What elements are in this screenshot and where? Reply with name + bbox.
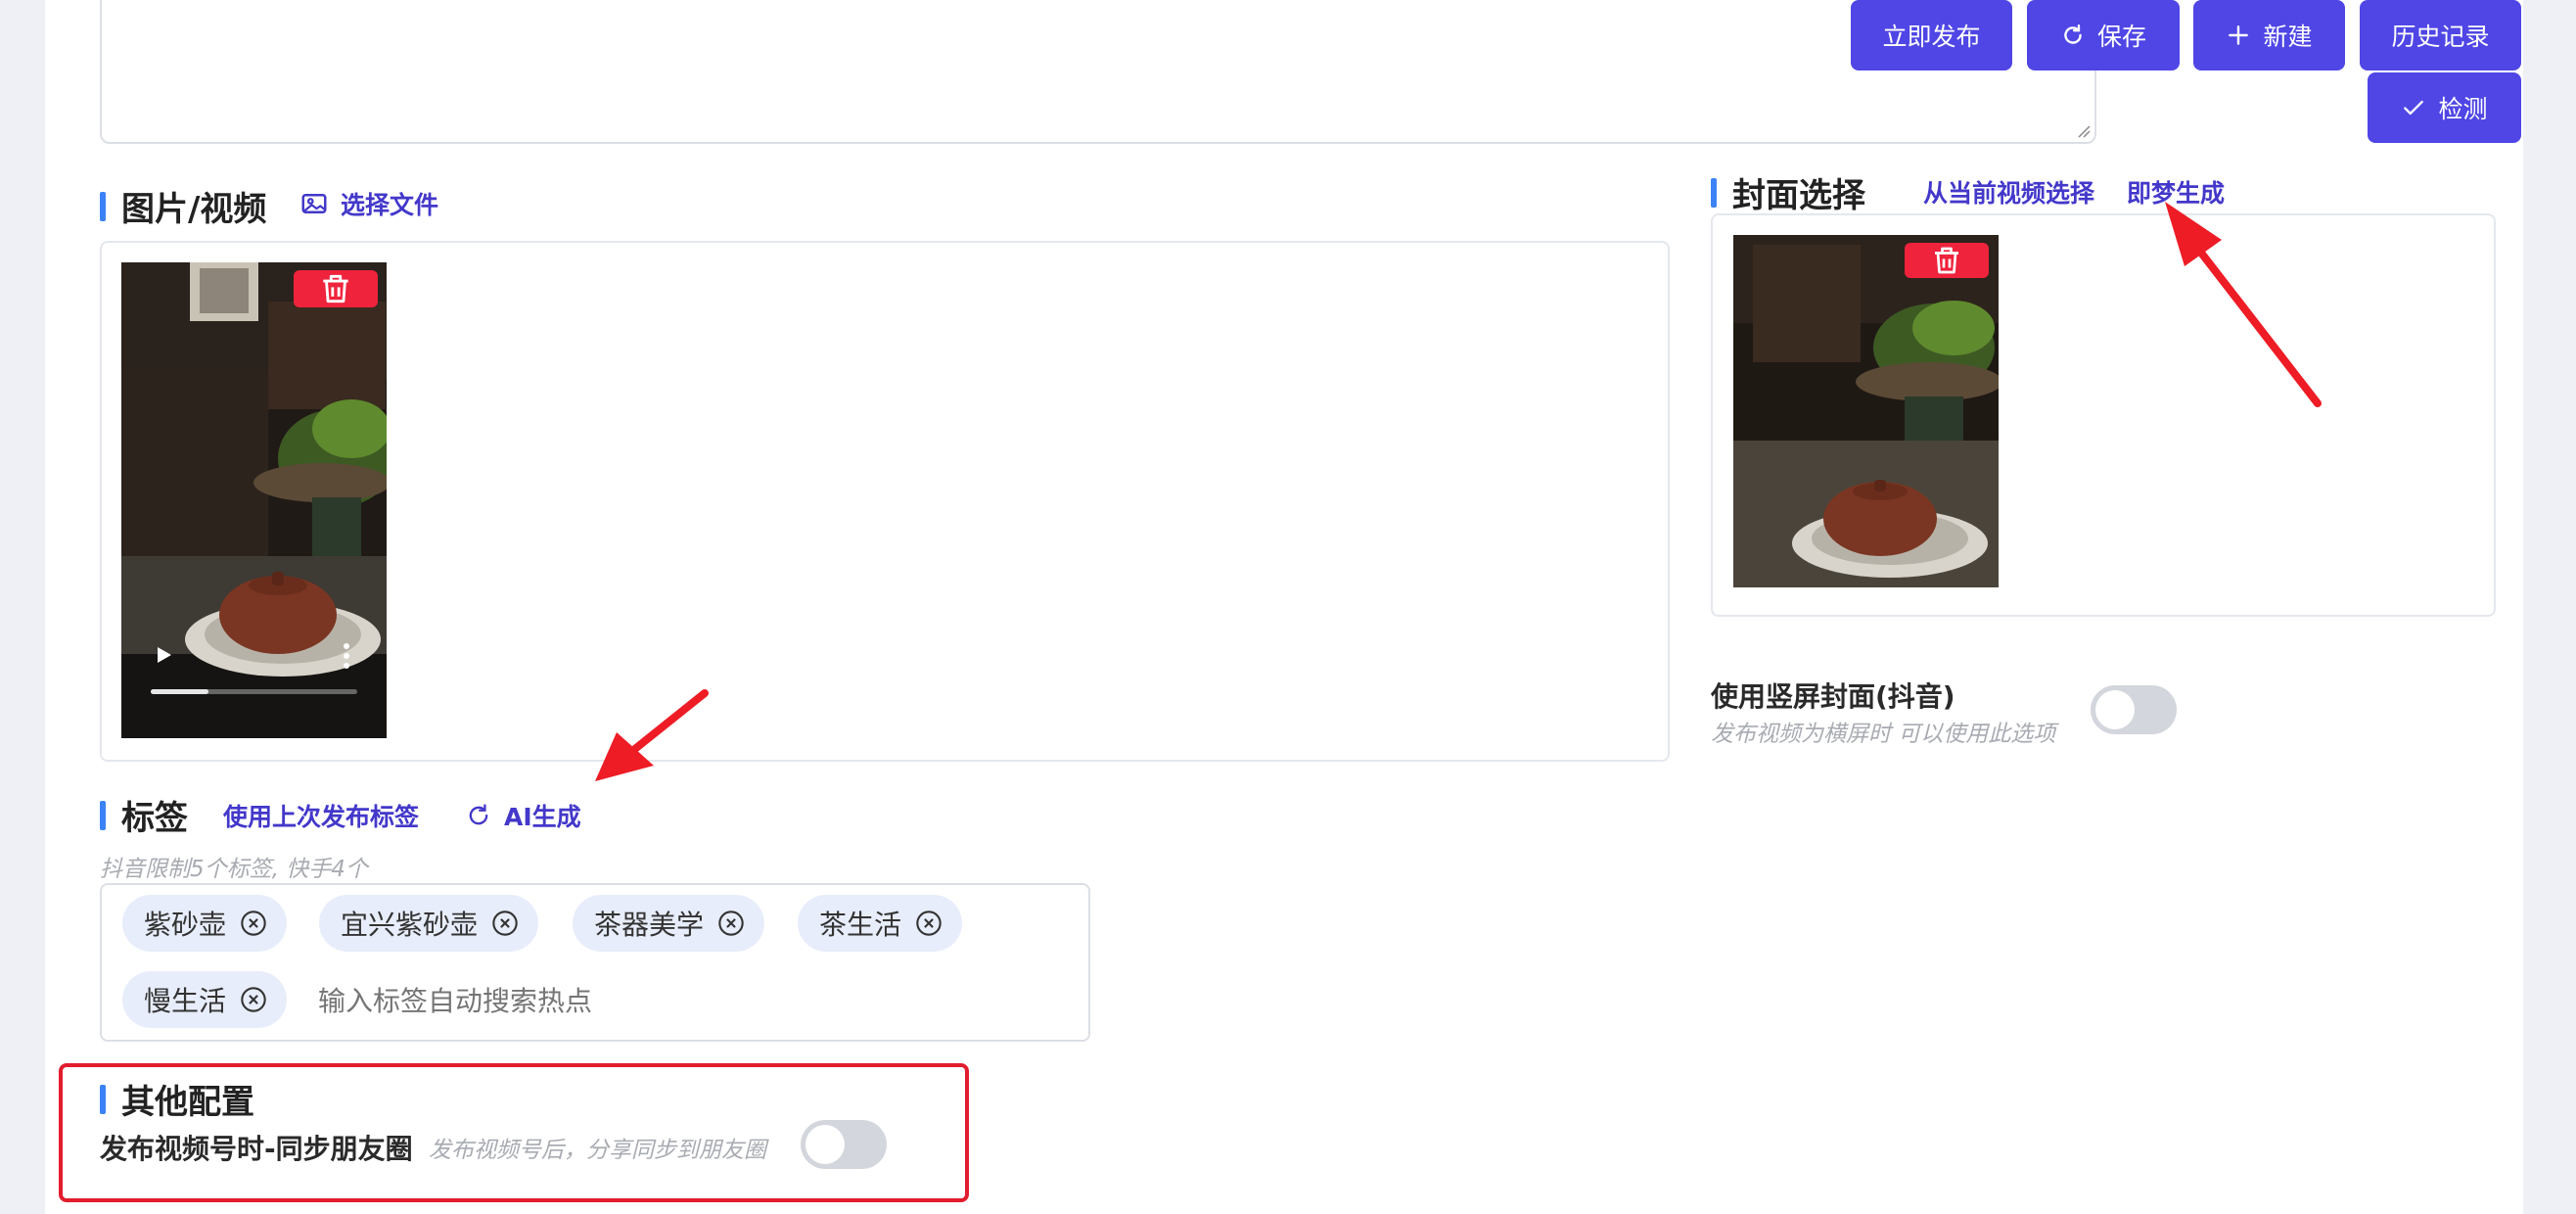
save-button-label: 保存 [2096, 23, 2146, 51]
resize-grip-icon[interactable] [2075, 122, 2091, 138]
tag-chip: 紫砂壶 [122, 895, 288, 952]
tag-label: 茶生活 [819, 909, 902, 941]
section-accent-bar [100, 191, 106, 221]
vertical-cover-hint: 发布视频为横屏时 可以使用此选项 [1711, 722, 2056, 747]
cover-section-title: 封面选择 [1711, 168, 1865, 216]
tag-chip: 慢生活 [122, 971, 288, 1028]
ai-generate-label: AI生成 [504, 803, 581, 831]
tags-limit-hint: 抖音限制5个标签, 快手4个 [100, 857, 368, 882]
close-circle-icon[interactable] [240, 986, 267, 1013]
tags-section-title: 标签 [100, 791, 188, 839]
video-progress-track[interactable] [151, 689, 357, 694]
use-last-tags-label: 使用上次发布标签 [223, 803, 420, 831]
tag-label: 紫砂壶 [144, 909, 227, 941]
trash-icon [1935, 247, 1958, 274]
media-section-title: 图片/视频 [100, 182, 266, 230]
tag-search-input[interactable] [318, 981, 729, 1020]
close-circle-icon[interactable] [915, 910, 943, 937]
tag-chip: 宜兴紫砂壶 [319, 895, 539, 952]
description-textarea[interactable] [100, 0, 2096, 144]
vertical-cover-label: 使用竖屏封面(抖音) [1711, 680, 1955, 713]
publish-button-label: 立即发布 [1882, 23, 1981, 51]
ai-generate-tags-link[interactable]: AI生成 [465, 798, 581, 833]
refresh-icon [469, 804, 488, 825]
toggle-knob [2095, 690, 2135, 729]
play-icon[interactable] [153, 644, 174, 666]
new-button[interactable]: 新建 [2193, 0, 2345, 70]
publish-button[interactable]: 立即发布 [1851, 0, 2012, 70]
use-last-tags-link[interactable]: 使用上次发布标签 [223, 798, 419, 833]
jimeng-generate-link[interactable]: 即梦生成 [2127, 174, 2225, 210]
video-thumbnail[interactable] [121, 262, 387, 738]
delete-cover-button[interactable] [1905, 243, 1989, 278]
refresh-icon [2064, 24, 2082, 44]
detect-button[interactable]: 检测 [2368, 72, 2521, 143]
vertical-cover-toggle[interactable] [2091, 685, 2177, 734]
tag-label: 茶器美学 [594, 909, 705, 941]
tag-chip: 茶生活 [798, 895, 963, 952]
history-button[interactable]: 历史记录 [2360, 0, 2521, 70]
select-file-label: 选择文件 [341, 191, 439, 219]
teapot-cover-scene [1733, 235, 1999, 587]
select-from-video-label: 从当前视频选择 [1923, 179, 2095, 208]
tag-label: 慢生活 [144, 985, 227, 1017]
check-icon [2404, 100, 2424, 116]
select-file-link[interactable]: 选择文件 [299, 186, 438, 221]
delete-video-button[interactable] [294, 270, 378, 307]
annotation-highlight-box [59, 1063, 969, 1202]
plus-icon [2229, 25, 2249, 45]
jimeng-generate-label: 即梦生成 [2127, 179, 2226, 208]
image-icon [301, 194, 327, 213]
more-vertical-icon[interactable] [342, 642, 351, 670]
detect-button-label: 检测 [2438, 95, 2488, 123]
trash-icon [323, 274, 348, 304]
close-circle-icon[interactable] [717, 910, 745, 937]
section-accent-bar [1711, 177, 1717, 208]
right-gutter [2523, 0, 2576, 1214]
section-accent-bar [100, 800, 106, 830]
cover-thumbnail[interactable] [1733, 235, 1999, 587]
select-from-video-link[interactable]: 从当前视频选择 [1923, 174, 2094, 210]
media-title-text: 图片/视频 [121, 190, 267, 229]
tag-chip: 茶器美学 [573, 895, 765, 952]
tag-label: 宜兴紫砂壶 [341, 909, 479, 941]
close-circle-icon[interactable] [491, 910, 519, 937]
video-progress-fill [151, 689, 209, 694]
cover-title-text: 封面选择 [1732, 176, 1865, 215]
close-circle-icon[interactable] [240, 910, 267, 937]
tags-title-text: 标签 [121, 799, 188, 838]
save-button[interactable]: 保存 [2027, 0, 2180, 70]
history-button-label: 历史记录 [2391, 23, 2490, 51]
new-button-label: 新建 [2263, 23, 2313, 51]
